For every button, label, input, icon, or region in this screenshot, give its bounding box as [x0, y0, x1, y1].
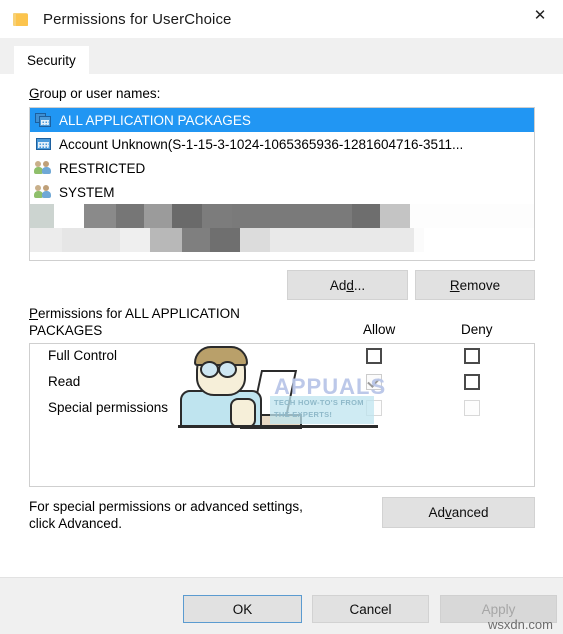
- column-header-deny: Deny: [461, 322, 493, 337]
- window-title: Permissions for UserChoice: [43, 10, 232, 28]
- advanced-button-label: Advanced: [428, 505, 489, 520]
- deny-checkbox-full-control[interactable]: [464, 348, 480, 364]
- advanced-hint-text: For special permissions or advanced sett…: [29, 498, 329, 532]
- permissions-for-label: Permissions for ALL APPLICATION PACKAGES: [29, 306, 240, 338]
- ok-button[interactable]: OK: [183, 595, 302, 623]
- list-item-label: SYSTEM: [59, 184, 115, 200]
- tab-security[interactable]: Security: [14, 46, 89, 75]
- permission-name: Special permissions: [48, 400, 169, 415]
- advanced-hint-line2: click Advanced.: [29, 516, 123, 531]
- list-item[interactable]: RESTRICTED: [30, 156, 534, 180]
- close-icon[interactable]: ✕: [517, 0, 563, 30]
- folder-icon: [13, 11, 29, 27]
- cancel-button[interactable]: Cancel: [312, 595, 429, 623]
- user-group-icon: [34, 160, 52, 176]
- dialog-footer: OK Cancel Apply wsxdn.com: [0, 577, 563, 634]
- title-bar: Permissions for UserChoice ✕: [0, 0, 563, 38]
- list-item-label: ALL APPLICATION PACKAGES: [59, 112, 251, 128]
- column-header-allow: Allow: [363, 322, 396, 337]
- allow-checkbox-read: [366, 374, 382, 390]
- permission-name: Full Control: [48, 348, 118, 363]
- user-group-icon: [34, 184, 52, 200]
- table-row[interactable]: Full Control: [30, 344, 534, 370]
- add-button-label: Add...: [329, 277, 366, 293]
- site-watermark: wsxdn.com: [487, 617, 553, 632]
- advanced-hint-line1: For special permissions or advanced sett…: [29, 499, 303, 514]
- advanced-button[interactable]: Advanced: [382, 497, 535, 528]
- add-button[interactable]: Add...: [287, 270, 408, 300]
- allow-checkbox-full-control[interactable]: [366, 348, 382, 364]
- redacted-list-item: [30, 228, 534, 252]
- app-package-icon: [35, 112, 52, 128]
- allow-checkbox-special-permissions: [366, 400, 382, 416]
- tab-strip: Security: [0, 38, 563, 75]
- list-item-label: Account Unknown(S-1-15-3-1024-1065365936…: [59, 136, 464, 152]
- dialog-body: Group or user names: ALL APPLICATION PAC…: [0, 74, 563, 577]
- list-item[interactable]: SYSTEM: [30, 180, 534, 204]
- redacted-list-item: [30, 204, 534, 228]
- permissions-table[interactable]: Full Control Read Special permissions: [29, 343, 535, 487]
- list-item-label: RESTRICTED: [59, 160, 146, 176]
- table-row[interactable]: Special permissions: [30, 396, 534, 422]
- permission-name: Read: [48, 374, 81, 389]
- table-row[interactable]: Read: [30, 370, 534, 396]
- remove-button[interactable]: Remove: [415, 270, 535, 300]
- app-package-icon: [35, 136, 52, 152]
- list-item[interactable]: ALL APPLICATION PACKAGES: [30, 108, 534, 132]
- deny-checkbox-special-permissions: [464, 400, 480, 416]
- group-or-user-names-list[interactable]: ALL APPLICATION PACKAGES Account Unknown…: [29, 107, 535, 261]
- deny-checkbox-read[interactable]: [464, 374, 480, 390]
- group-list-label: Group or user names:: [29, 86, 161, 101]
- remove-button-label: Remove: [449, 277, 501, 293]
- list-item[interactable]: Account Unknown(S-1-15-3-1024-1065365936…: [30, 132, 534, 156]
